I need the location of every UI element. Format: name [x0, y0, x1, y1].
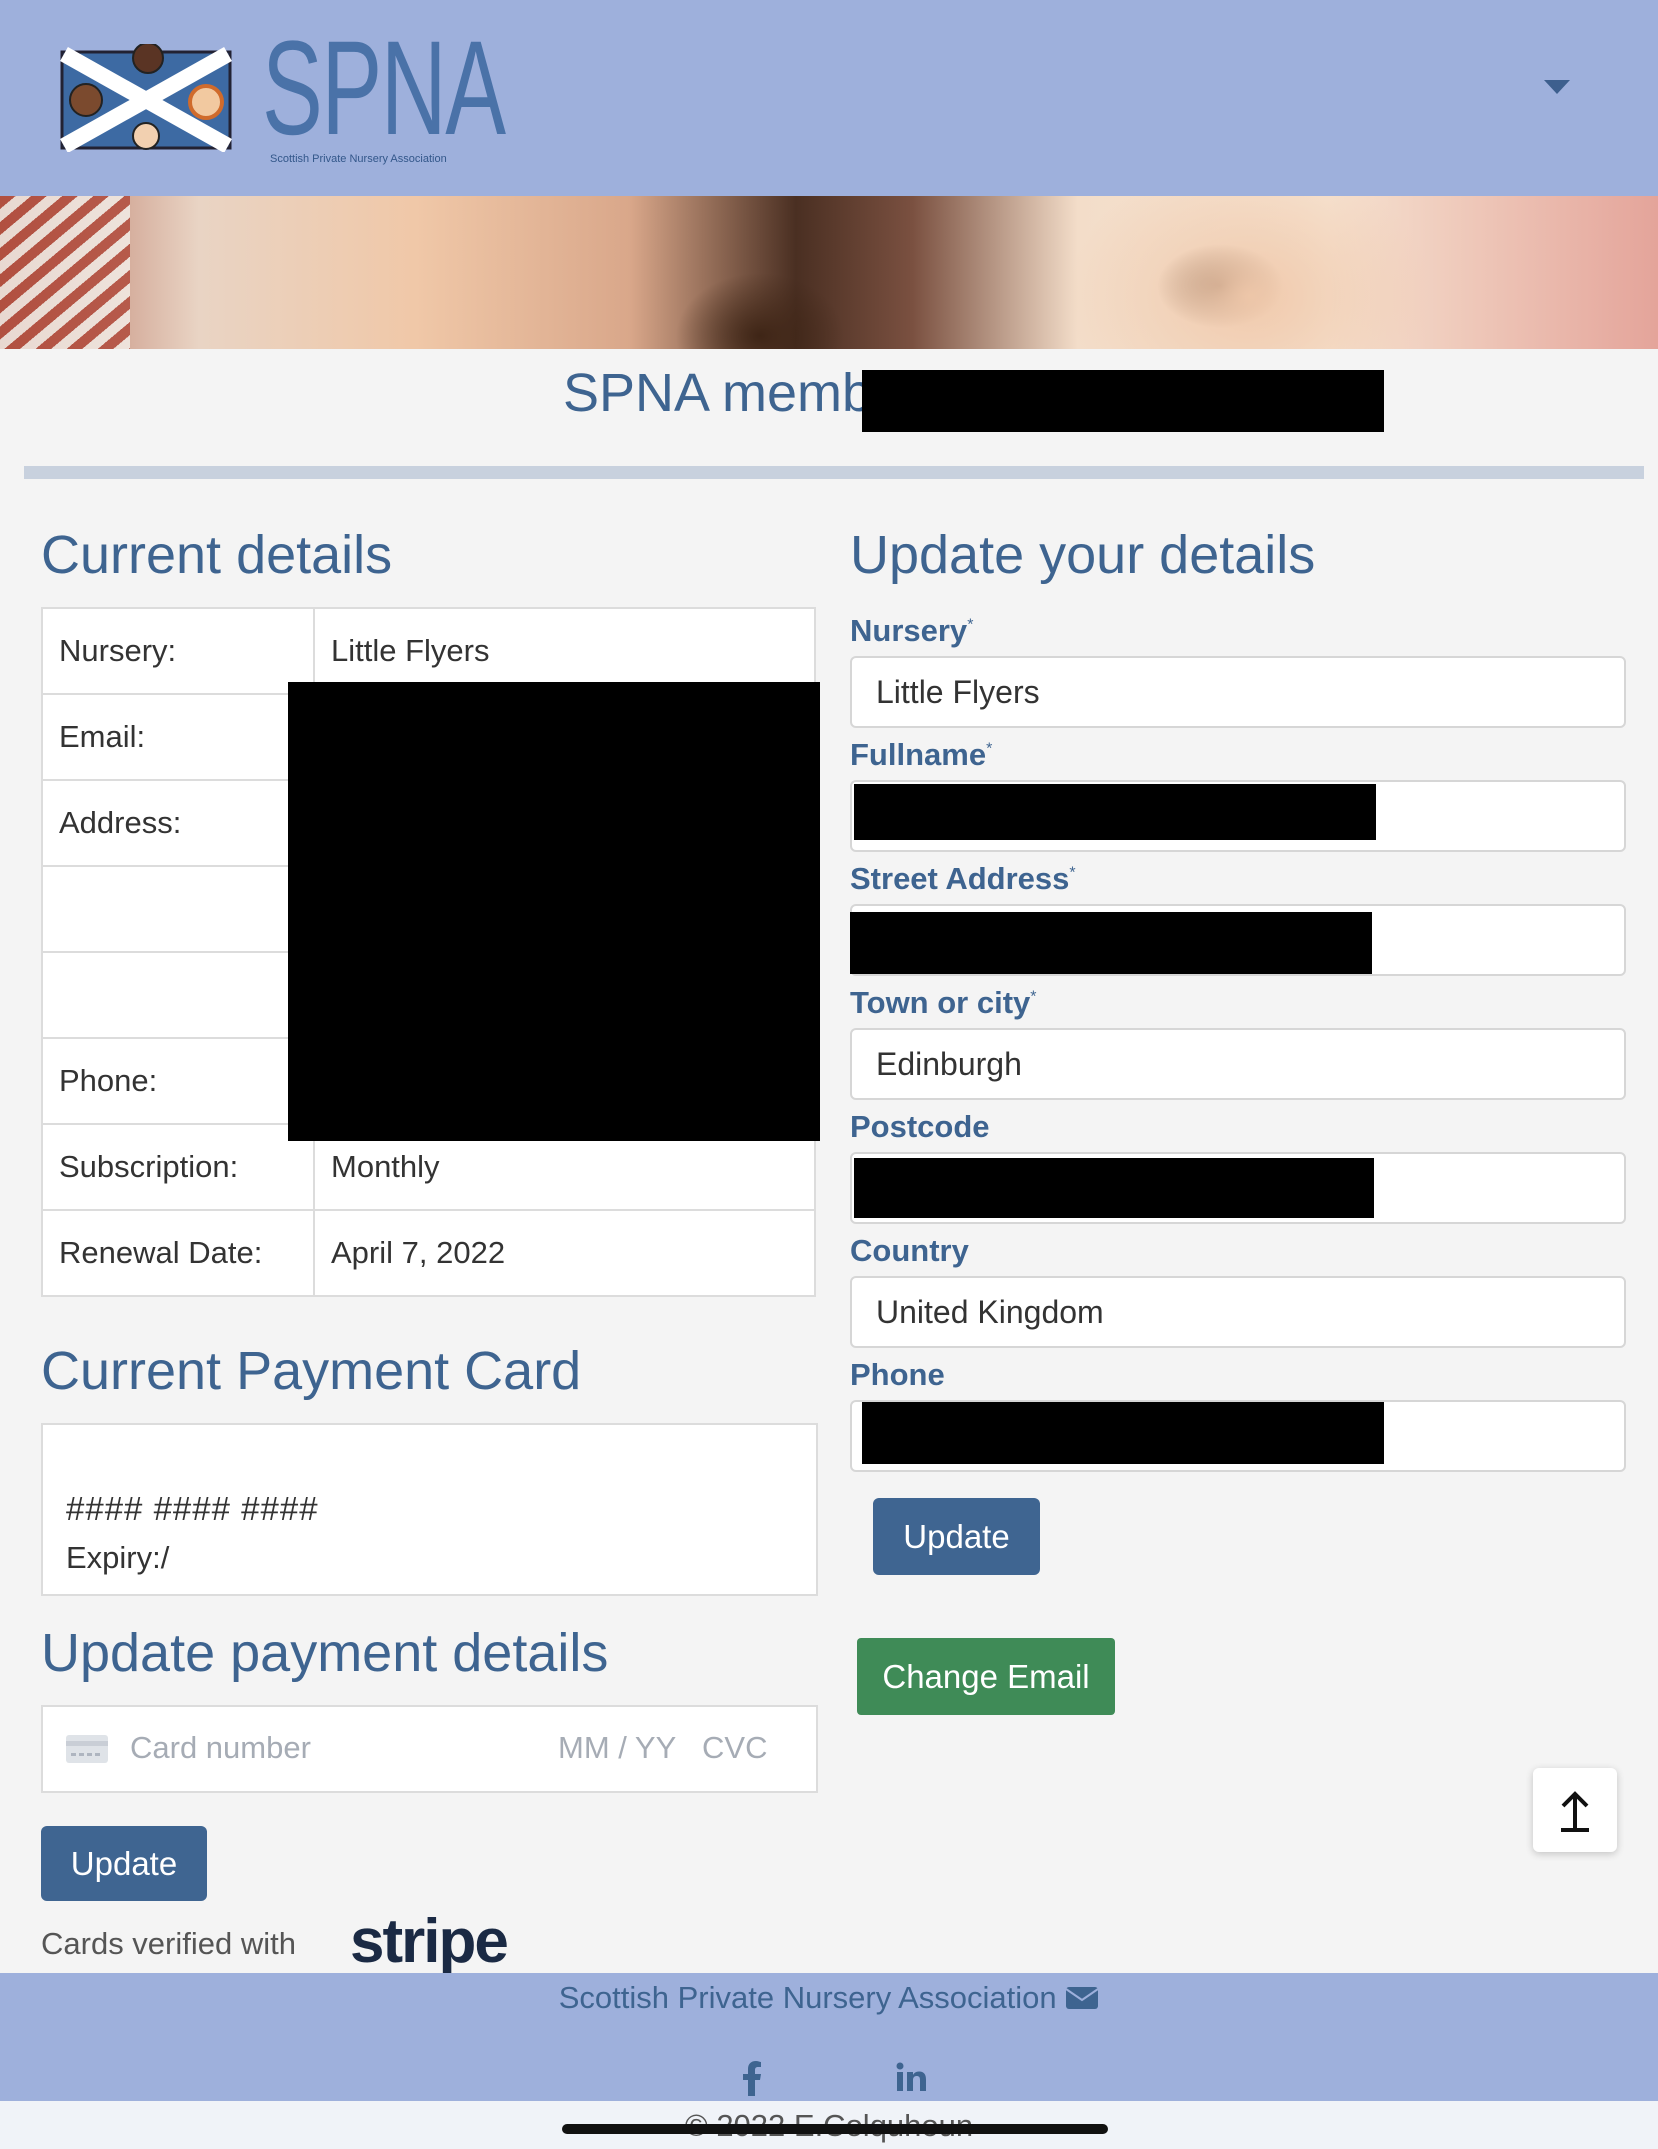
table-row: Renewal Date: April 7, 2022 [41, 1209, 816, 1297]
row-label: Nursery: [41, 607, 315, 695]
street-address-label: Street Address* [850, 861, 1076, 896]
row-label [41, 951, 315, 1039]
fullname-label: Fullname* [850, 737, 993, 772]
footer-org-link[interactable]: Scottish Private Nursery Association [0, 1980, 1658, 2016]
logo-flag-image[interactable] [60, 42, 232, 153]
chevron-down-icon[interactable] [1544, 80, 1570, 94]
row-value: April 7, 2022 [313, 1209, 816, 1297]
arrow-up-icon [1561, 1791, 1589, 1832]
logo-text[interactable]: SPNA [262, 22, 506, 156]
banner-stripes [0, 196, 130, 349]
redaction-details [288, 682, 820, 1141]
update-payment-button[interactable]: Update [41, 1826, 207, 1901]
town-input[interactable]: Edinburgh [850, 1028, 1626, 1100]
payment-card-heading: Current Payment Card [41, 1341, 582, 1401]
stripe-logo: stripe [350, 1907, 509, 1976]
hero-banner-image [0, 196, 1658, 349]
envelope-icon[interactable] [1065, 1986, 1099, 2010]
back-to-top-button[interactable] [1533, 1768, 1617, 1852]
postcode-label: Postcode [850, 1109, 990, 1144]
row-label: Renewal Date: [41, 1209, 315, 1297]
update-details-button[interactable]: Update [873, 1498, 1040, 1575]
row-label: Phone: [41, 1037, 315, 1125]
card-number: #### #### #### [66, 1490, 319, 1527]
redaction-fullname [854, 784, 1376, 840]
home-indicator [562, 2124, 1108, 2134]
logo-subtitle: Scottish Private Nursery Association [270, 153, 447, 165]
row-label: Email: [41, 693, 315, 781]
site-header [0, 0, 1658, 197]
redaction-street-address [850, 912, 1372, 974]
phone-label: Phone [850, 1357, 945, 1392]
change-email-button[interactable]: Change Email [857, 1638, 1115, 1715]
current-details-heading: Current details [41, 525, 393, 585]
divider [24, 466, 1644, 479]
update-details-heading: Update your details [850, 525, 1316, 585]
redaction-member-name [862, 370, 1384, 432]
footer-org-name[interactable]: Scottish Private Nursery Association [559, 1980, 1057, 2015]
linkedin-icon[interactable] [896, 2062, 928, 2092]
update-payment-heading: Update payment details [41, 1623, 609, 1683]
card-number-input[interactable]: Card number [130, 1730, 311, 1766]
row-label: Subscription: [41, 1123, 315, 1211]
cards-verified-text: Cards verified with [41, 1926, 296, 1961]
town-label: Town or city* [850, 985, 1037, 1020]
row-label: Address: [41, 779, 315, 867]
card-expiry-input[interactable]: MM / YY [558, 1730, 676, 1766]
redaction-phone [862, 1402, 1384, 1464]
card-cvc-input[interactable]: CVC [702, 1730, 767, 1766]
row-label [41, 865, 315, 953]
facebook-icon[interactable] [740, 2060, 764, 2096]
page-title: SPNA member: [0, 362, 1658, 424]
credit-card-icon [66, 1735, 108, 1763]
nursery-label: Nursery* [850, 613, 974, 648]
card-expiry: Expiry:/ [66, 1540, 170, 1575]
country-input[interactable]: United Kingdom [850, 1276, 1626, 1348]
nursery-input[interactable]: Little Flyers [850, 656, 1626, 728]
redaction-postcode [854, 1158, 1374, 1218]
country-label: Country [850, 1233, 969, 1268]
